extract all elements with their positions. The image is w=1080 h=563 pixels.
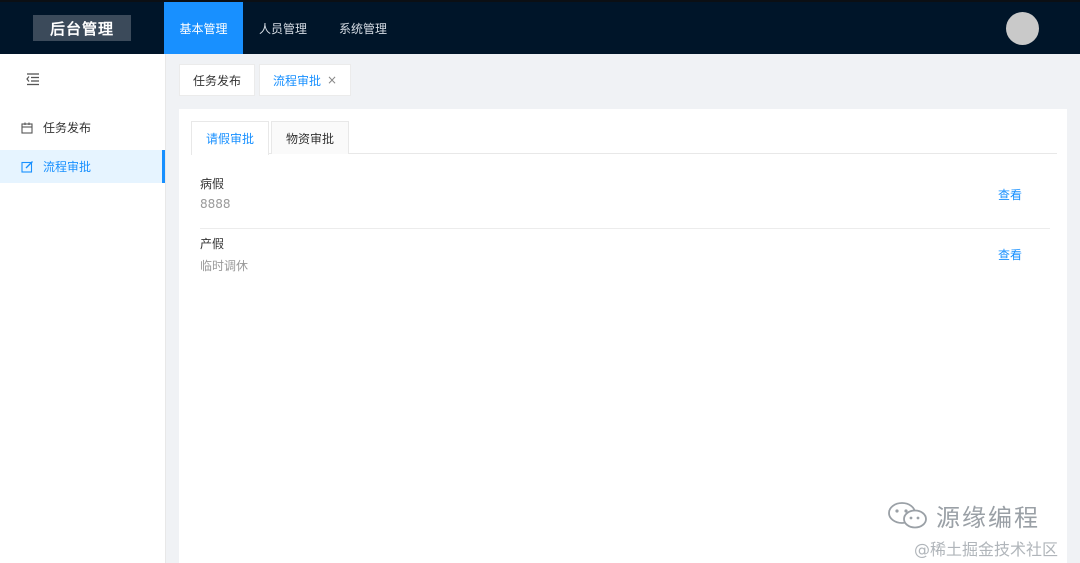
top-nav-personnel[interactable]: 人员管理	[243, 2, 323, 54]
menu-fold-icon[interactable]	[24, 71, 42, 87]
view-link[interactable]: 查看	[998, 246, 1022, 263]
tab-material-approval[interactable]: 物资审批	[271, 121, 350, 154]
list-item: 病假 8888 查看	[200, 169, 1050, 229]
page-tab-process-approval[interactable]: 流程审批 ×	[259, 64, 352, 96]
item-title: 病假	[200, 177, 225, 191]
page-tab-label: 任务发布	[193, 73, 242, 88]
app-logo[interactable]: 后台管理	[33, 15, 131, 41]
content-card: 请假审批 物资审批 病假 8888 查看 产假 临时调休 查看	[179, 109, 1067, 563]
avatar[interactable]	[1006, 12, 1039, 45]
page-tab-label: 流程审批	[273, 73, 322, 88]
item-description: 8888	[200, 197, 231, 211]
top-nav-basic[interactable]: 基本管理	[164, 2, 243, 54]
sidebar-item-label: 流程审批	[43, 160, 92, 174]
list-item: 产假 临时调休 查看	[200, 229, 1050, 289]
top-nav-system[interactable]: 系统管理	[323, 2, 403, 54]
calendar-icon	[20, 121, 34, 135]
watermark: 源缘编程	[886, 498, 1040, 533]
approval-list: 病假 8888 查看 产假 临时调休 查看	[200, 169, 1050, 289]
edit-icon	[20, 160, 34, 174]
logo-area: 后台管理	[0, 2, 164, 54]
sidebar-item-label: 任务发布	[43, 121, 92, 135]
close-icon[interactable]: ×	[327, 73, 337, 87]
approval-tabs: 请假审批 物资审批	[191, 121, 1057, 155]
top-header: 后台管理 基本管理 人员管理 系统管理	[0, 0, 1080, 54]
tab-leave-approval[interactable]: 请假审批	[191, 121, 270, 155]
sidebar: 任务发布 流程审批	[0, 54, 166, 563]
item-description: 临时调休	[200, 259, 249, 273]
view-link[interactable]: 查看	[998, 186, 1022, 203]
main-content: 任务发布 流程审批 × 请假审批 物资审批 病假 8888 查看 产假 临时调休…	[166, 54, 1080, 563]
watermark-subtext: @稀土掘金技术社区	[914, 540, 1059, 559]
item-title: 产假	[200, 237, 225, 251]
page-tabs: 任务发布 流程审批 ×	[179, 64, 355, 96]
top-nav: 基本管理 人员管理 系统管理	[164, 2, 403, 54]
sidebar-item-process-approval[interactable]: 流程审批	[0, 150, 165, 183]
page-tab-task-publish[interactable]: 任务发布	[179, 64, 256, 96]
sidebar-item-task-publish[interactable]: 任务发布	[0, 111, 165, 144]
wechat-icon	[886, 499, 930, 533]
watermark-text: 源缘编程	[936, 504, 1040, 532]
